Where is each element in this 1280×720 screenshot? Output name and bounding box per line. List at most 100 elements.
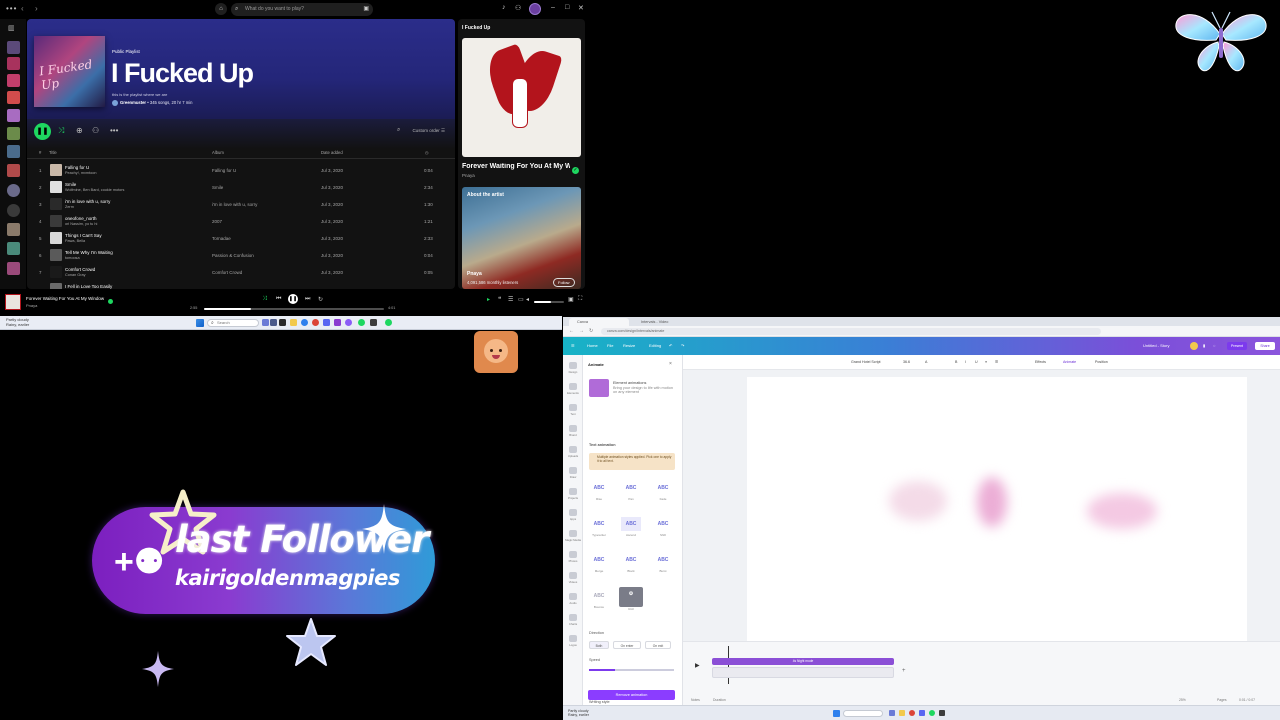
add-page-icon[interactable]: + bbox=[902, 668, 906, 674]
col-album[interactable]: Album bbox=[212, 150, 224, 155]
now-playing-art[interactable] bbox=[5, 294, 21, 310]
animate-button[interactable]: Animate bbox=[1063, 360, 1076, 364]
animation-typewriter[interactable]: ABC bbox=[589, 517, 609, 531]
animation-pan[interactable]: ABC bbox=[621, 481, 641, 495]
track-artist[interactable]: Wolfmine, Ben Bard, cookie motors bbox=[65, 188, 124, 192]
share-button[interactable]: Share bbox=[1255, 342, 1275, 350]
magic-media-icon[interactable] bbox=[569, 530, 577, 537]
fullscreen-icon[interactable]: ⛶ bbox=[578, 296, 582, 303]
library-item[interactable] bbox=[7, 145, 20, 158]
playback-artist[interactable]: Pnaya bbox=[26, 303, 37, 308]
header-file[interactable]: File bbox=[607, 343, 613, 348]
library-item[interactable] bbox=[7, 109, 20, 122]
pause-button[interactable]: ❚❚ bbox=[34, 123, 51, 140]
track-row[interactable]: I Fell in Love Too Easily bbox=[27, 281, 455, 289]
terminal-icon[interactable] bbox=[279, 319, 286, 326]
browser-tab[interactable]: Canva bbox=[569, 318, 629, 326]
track-artist[interactable]: Pawa, Bella bbox=[65, 239, 85, 243]
track-artist[interactable]: Zerm bbox=[65, 205, 74, 209]
font-selector[interactable]: Grand Hotel Script bbox=[851, 360, 881, 364]
twitch-icon[interactable] bbox=[334, 319, 341, 326]
timeline-audio-track[interactable] bbox=[712, 667, 894, 678]
spotify-icon[interactable] bbox=[385, 319, 392, 326]
next-icon[interactable]: ⏭ bbox=[305, 296, 310, 303]
font-size[interactable]: 36.6 bbox=[903, 360, 910, 364]
notes-button[interactable]: Notes bbox=[691, 698, 700, 702]
track-row[interactable]: 3 i'm in love with u, sorry Zerm i'm in … bbox=[27, 196, 455, 213]
now-playing-artist[interactable]: Pnaya bbox=[462, 173, 475, 178]
library-item[interactable] bbox=[7, 184, 20, 197]
timeline-clip[interactable]: 4s Night mode bbox=[712, 658, 894, 665]
back-arrow-icon[interactable]: ‹ bbox=[21, 4, 24, 13]
browse-icon[interactable]: ▣ bbox=[363, 3, 369, 16]
brand-icon[interactable] bbox=[569, 425, 577, 432]
task-view-icon[interactable] bbox=[889, 710, 895, 716]
both-button[interactable]: Both bbox=[589, 641, 609, 649]
back-arrow-icon[interactable]: ← bbox=[569, 328, 574, 334]
logos-icon[interactable] bbox=[569, 635, 577, 642]
header-editing[interactable]: Editing bbox=[649, 343, 661, 348]
close-icon[interactable]: ✕ bbox=[578, 4, 584, 12]
animation-block[interactable]: ABC bbox=[621, 553, 641, 567]
file-explorer-icon[interactable] bbox=[290, 319, 297, 326]
obs-icon[interactable] bbox=[370, 319, 377, 326]
track-artist[interactable]: tomoosa bbox=[65, 256, 80, 260]
track-album[interactable]: Falling for U bbox=[212, 168, 236, 173]
text-color[interactable]: A bbox=[925, 360, 927, 364]
list-icon[interactable]: ☰ bbox=[995, 360, 998, 364]
close-icon[interactable]: × bbox=[669, 361, 672, 367]
uploads-icon[interactable] bbox=[569, 446, 577, 453]
url-field[interactable]: canva.com/design/Intervals/animate bbox=[601, 328, 1101, 335]
volume-slider[interactable] bbox=[534, 301, 564, 303]
playhead[interactable] bbox=[728, 646, 729, 684]
pages-button[interactable]: Pages bbox=[1217, 698, 1227, 702]
chrome-icon[interactable] bbox=[909, 710, 915, 716]
track-album[interactable]: i'm in love with u, sorry bbox=[212, 202, 257, 207]
track-row[interactable]: 7 Comfort Crowd Conan Gray Comfort Crowd… bbox=[27, 264, 455, 281]
weather-widget[interactable]: Partly cloudy Rainy, earlier bbox=[6, 317, 29, 327]
progress-bar[interactable] bbox=[204, 308, 384, 310]
library-icon[interactable]: ▥ bbox=[8, 24, 15, 32]
menu-dots-icon[interactable]: ••• bbox=[6, 4, 17, 13]
zoom-level[interactable]: 25% bbox=[1179, 698, 1186, 702]
edge-icon[interactable] bbox=[301, 319, 308, 326]
track-row[interactable]: 4 oneofone_north ori Nassim, yo tu hi 20… bbox=[27, 213, 455, 230]
track-album[interactable]: Passion & Confusion bbox=[212, 253, 254, 258]
videos-icon[interactable] bbox=[569, 572, 577, 579]
animation-bounce[interactable]: ABC bbox=[589, 589, 609, 603]
shuffle-icon[interactable]: ⤨ bbox=[58, 126, 64, 136]
present-button[interactable]: Present bbox=[1227, 342, 1247, 350]
bold-icon[interactable]: B bbox=[955, 360, 957, 364]
widgets-icon[interactable] bbox=[270, 319, 277, 326]
about-artist-card[interactable]: About the artist Pnaya 4,091,586 monthly… bbox=[462, 187, 581, 289]
obs-icon[interactable] bbox=[939, 710, 945, 716]
position-button[interactable]: Position bbox=[1095, 360, 1108, 364]
design-icon[interactable] bbox=[569, 362, 577, 369]
miniplayer-icon[interactable]: ▣ bbox=[568, 296, 574, 303]
animation-fade[interactable]: ABC bbox=[653, 481, 673, 495]
speed-slider[interactable] bbox=[589, 669, 674, 671]
header-home[interactable]: Home bbox=[587, 343, 598, 348]
element-animation-info[interactable]: Element animations Bring your design to … bbox=[613, 381, 675, 395]
download-icon[interactable]: ⊕ bbox=[76, 126, 83, 135]
design-canvas[interactable] bbox=[747, 377, 1247, 641]
task-view-icon[interactable] bbox=[262, 319, 269, 326]
comment-icon[interactable]: ◌ bbox=[1213, 343, 1215, 348]
reload-icon[interactable]: ↻ bbox=[589, 328, 593, 334]
underline-icon[interactable]: U bbox=[975, 360, 978, 364]
track-row[interactable]: 5 Things I Can't Say Pawa, Bella Tornada… bbox=[27, 230, 455, 247]
play-icon[interactable]: ▶ bbox=[695, 662, 700, 669]
discord-icon[interactable] bbox=[919, 710, 925, 716]
lyrics-icon[interactable]: ❝ bbox=[498, 296, 501, 303]
repeat-icon[interactable]: ↻ bbox=[318, 296, 323, 303]
undo-icon[interactable]: ↶ bbox=[669, 343, 672, 348]
library-item[interactable] bbox=[7, 57, 20, 70]
shuffle-icon[interactable]: ⤨ bbox=[262, 296, 267, 303]
device-icon[interactable]: ▭ bbox=[518, 296, 524, 303]
elements-icon[interactable] bbox=[569, 383, 577, 390]
app-icon[interactable] bbox=[345, 319, 352, 326]
audio-icon[interactable] bbox=[569, 593, 577, 600]
animation-burst[interactable]: ABC bbox=[653, 553, 673, 567]
on-exit-button[interactable]: On exit bbox=[645, 641, 671, 649]
avatar[interactable] bbox=[1190, 342, 1198, 350]
